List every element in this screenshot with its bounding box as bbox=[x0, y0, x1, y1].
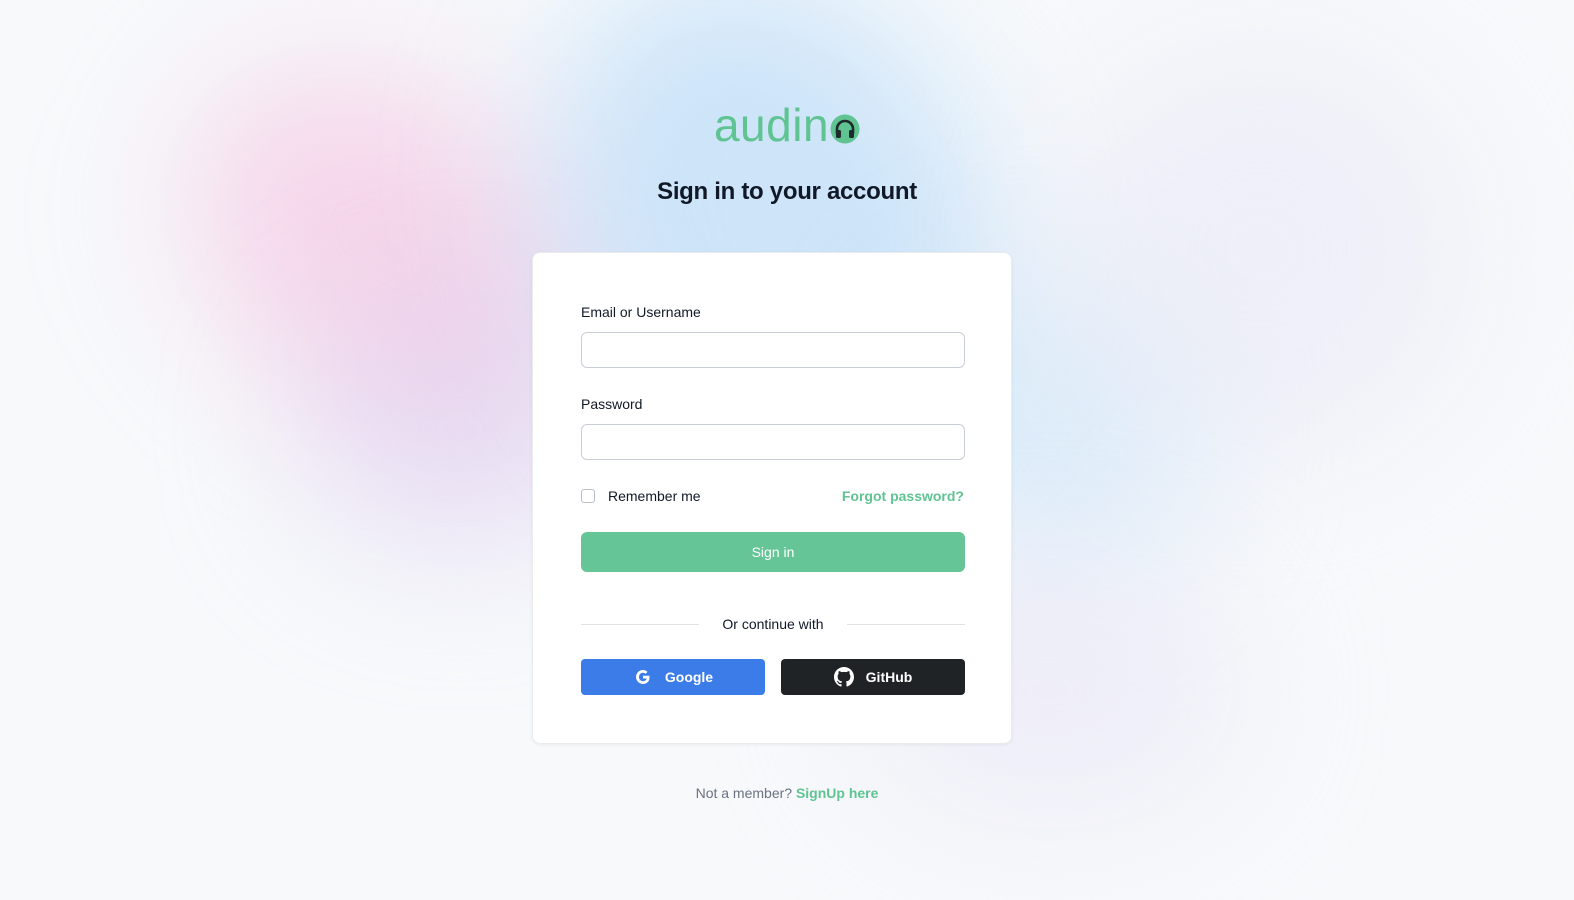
email-label: Email or Username bbox=[581, 304, 701, 320]
forgot-password-link[interactable]: Forgot password? bbox=[842, 487, 964, 505]
google-button[interactable]: Google bbox=[581, 659, 765, 695]
signin-card: Email or Username Password Remember me F… bbox=[532, 252, 1012, 744]
brand-name: audin bbox=[713, 99, 830, 151]
remember-label: Remember me bbox=[608, 488, 701, 504]
headphones-icon bbox=[830, 114, 860, 144]
sign-in-button[interactable]: Sign in bbox=[581, 532, 965, 572]
google-icon bbox=[633, 667, 653, 687]
password-field[interactable] bbox=[581, 424, 965, 460]
github-button-label: GitHub bbox=[865, 669, 913, 685]
divider-text: Or continue with bbox=[722, 616, 824, 632]
signup-prompt-text: Not a member? bbox=[695, 785, 793, 801]
page-title: Sign in to your account bbox=[657, 178, 917, 205]
github-icon bbox=[833, 667, 854, 687]
google-button-label: Google bbox=[664, 669, 714, 685]
email-field[interactable] bbox=[581, 332, 965, 368]
signup-prompt: Not a member? SignUp here bbox=[0, 785, 1574, 801]
password-label: Password bbox=[581, 396, 643, 412]
remember-checkbox[interactable] bbox=[581, 489, 595, 503]
remember-me[interactable]: Remember me bbox=[581, 487, 701, 505]
signup-link[interactable]: SignUp here bbox=[796, 785, 878, 801]
github-button[interactable]: GitHub bbox=[781, 659, 965, 695]
brand-logo: audin bbox=[0, 98, 1574, 152]
divider: Or continue with bbox=[581, 614, 966, 634]
divider-line-left bbox=[581, 623, 700, 625]
divider-line-right bbox=[846, 623, 966, 625]
